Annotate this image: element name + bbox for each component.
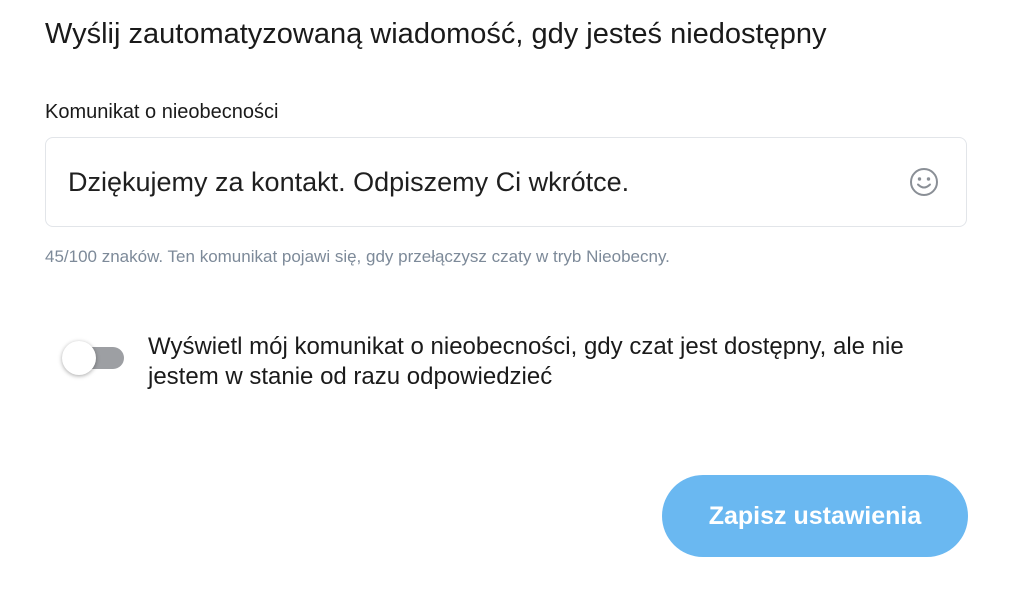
section-heading: Wyślij zautomatyzowaną wiadomość, gdy je… — [45, 18, 827, 50]
toggle-knob — [62, 341, 96, 375]
away-message-label: Komunikat o nieobecności — [45, 101, 279, 123]
show-away-message-toggle[interactable] — [62, 340, 124, 375]
character-count-helper: 45/100 znaków. Ten komunikat pojawi się,… — [45, 247, 670, 266]
toggle-label: Wyświetl mój komunikat o nieobecności, g… — [148, 333, 904, 390]
away-message-settings: Wyślij zautomatyzowaną wiadomość, gdy je… — [0, 0, 1024, 593]
save-settings-button[interactable]: Zapisz ustawienia — [662, 475, 968, 557]
away-message-text[interactable]: Dziękujemy za kontakt. Odpiszemy Ci wkró… — [68, 164, 629, 200]
smiley-face-icon[interactable] — [908, 166, 940, 198]
away-message-input[interactable]: Dziękujemy za kontakt. Odpiszemy Ci wkró… — [45, 137, 967, 227]
